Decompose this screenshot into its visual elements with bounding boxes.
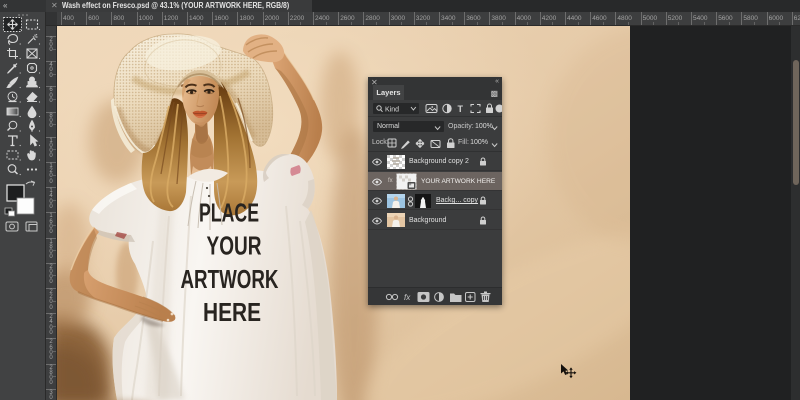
svg-text:fx: fx [404, 293, 411, 302]
svg-text:PLACE: PLACE [199, 198, 259, 228]
svg-text:Kind: Kind [385, 106, 399, 113]
svg-text:HERE: HERE [203, 297, 261, 327]
svg-text:YOUR: YOUR [207, 231, 262, 261]
svg-text:T: T [458, 104, 464, 114]
svg-text:ARTWORK: ARTWORK [181, 264, 279, 294]
